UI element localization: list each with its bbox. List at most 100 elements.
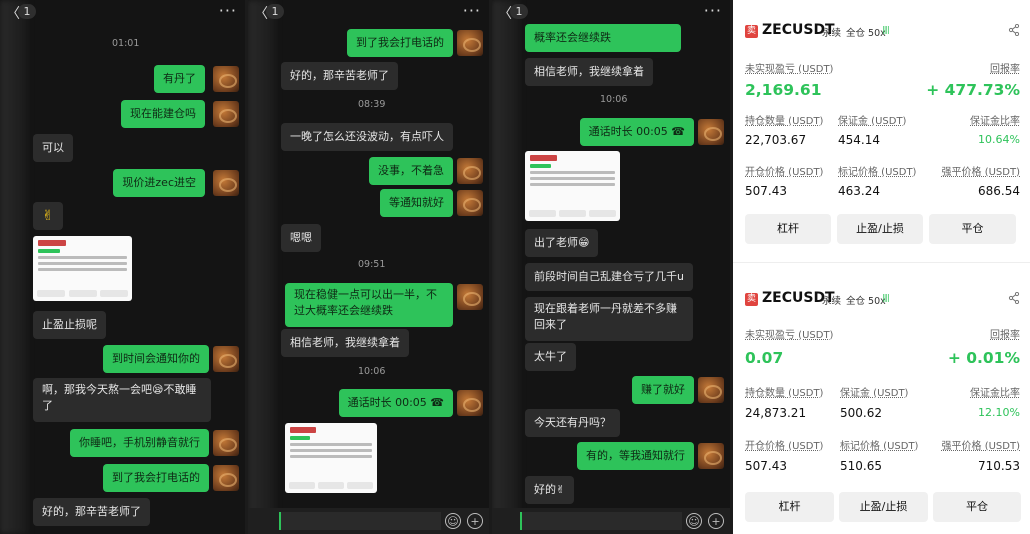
roe-label: 回报率	[990, 64, 1020, 75]
message-out[interactable]: 没事，不着急	[369, 157, 453, 185]
message-in[interactable]: 前段时间自己乱建仓亏了几千u	[525, 263, 693, 291]
chat-header: 〈 1 ···	[248, 0, 489, 24]
input-bar: ☺ +	[492, 508, 730, 534]
message-in[interactable]: 好的✌	[525, 476, 575, 504]
liq-price-value: 686.54	[978, 184, 1020, 198]
emoji-icon[interactable]: ☺	[445, 513, 461, 529]
unread-badge: 1	[510, 4, 528, 19]
message-out[interactable]: 有的，等我通知就行	[577, 442, 694, 470]
liq-price-label: 强平价格 (USDT)	[941, 441, 1020, 452]
plus-icon[interactable]: +	[708, 513, 724, 529]
roe-value: + 477.73%	[926, 81, 1020, 99]
liq-price-label: 强平价格 (USDT)	[941, 167, 1020, 178]
chat-header: 〈 1 ···	[0, 0, 245, 24]
avatar[interactable]	[213, 170, 239, 196]
avatar[interactable]	[698, 377, 724, 403]
close-position-button[interactable]: 平仓	[929, 214, 1016, 244]
screenshot-thumbnail[interactable]	[525, 151, 620, 221]
message-in[interactable]: 相信老师，我继续拿着	[525, 58, 653, 86]
plus-icon[interactable]: +	[467, 513, 483, 529]
message-in[interactable]: 相信老师，我继续拿着	[281, 329, 409, 357]
message-in[interactable]: 啊，那我今天熬一会吧😪不敢睡了	[33, 378, 211, 422]
avatar[interactable]	[457, 284, 483, 310]
timestamp: 10:06	[358, 366, 386, 377]
contract-type: 永续	[822, 28, 842, 39]
message-out[interactable]: 到时间会通知你的	[103, 345, 209, 373]
tpsl-button[interactable]: 止盈/止损	[839, 492, 928, 522]
position-card: 卖 ZECUSDT 永续 全仓 50x |||| 未实现盈亏 (USDT) 回报…	[745, 22, 1020, 252]
message-in[interactable]: 好的，那辛苦老师了	[281, 62, 398, 90]
blurred-edge	[0, 0, 28, 534]
message-in[interactable]: 好的，那辛苦老师了	[33, 498, 150, 526]
timestamp: 01:01	[112, 38, 140, 49]
avatar[interactable]	[698, 119, 724, 145]
message-out[interactable]: 赚了就好	[632, 376, 694, 404]
call-record[interactable]: 通话时长 00:05 ☎	[338, 389, 453, 417]
margin-ratio-value: 10.64%	[978, 133, 1020, 146]
message-out[interactable]: 有丹了	[154, 65, 205, 93]
message-in[interactable]: 今天还有丹吗？	[525, 409, 620, 437]
close-position-button[interactable]: 平仓	[933, 492, 1021, 522]
call-record[interactable]: 通话时长 00:05 ☎	[579, 118, 694, 146]
entry-price-label: 开仓价格 (USDT)	[745, 441, 824, 452]
message-in[interactable]: 现在跟着老师一丹就差不多赚回来了	[525, 297, 693, 341]
entry-price-label: 开仓价格 (USDT)	[745, 167, 824, 178]
message-input[interactable]	[520, 512, 682, 530]
margin-ratio-label: 保证金比率	[970, 116, 1020, 127]
message-out[interactable]: 现在能建仓吗	[121, 100, 205, 128]
avatar[interactable]	[457, 158, 483, 184]
margin-mode: 全仓 50x	[846, 296, 886, 307]
message-out[interactable]: 等通知就好	[380, 189, 453, 217]
margin-mode: 全仓 50x	[846, 28, 886, 39]
message-input[interactable]	[279, 512, 441, 530]
avatar[interactable]	[698, 443, 724, 469]
chat-panel-2: 〈 1 ··· 到了我会打电话的 好的，那辛苦老师了 08:39 一晚了怎么还没…	[248, 0, 489, 534]
avatar[interactable]	[213, 101, 239, 127]
leverage-button[interactable]: 杠杆	[745, 214, 831, 244]
more-icon[interactable]: ···	[463, 1, 481, 20]
screenshot-thumbnail[interactable]	[285, 423, 377, 493]
message-out[interactable]: 到了我会打电话的	[103, 464, 209, 492]
avatar[interactable]	[213, 465, 239, 491]
margin-ratio-label: 保证金比率	[970, 388, 1020, 399]
message-in[interactable]: 出了老师😁	[525, 229, 599, 257]
message-in[interactable]: 太牛了	[525, 343, 576, 371]
liq-price-value: 710.53	[978, 459, 1020, 473]
message-in[interactable]: ✌	[33, 202, 63, 230]
share-icon[interactable]	[1008, 24, 1020, 36]
tpsl-button[interactable]: 止盈/止损	[837, 214, 923, 244]
message-out[interactable]: 你睡吧，手机别静音就行	[70, 429, 209, 457]
message-in[interactable]: 可以	[33, 134, 73, 162]
emoji-icon[interactable]: ☺	[686, 513, 702, 529]
chat-panel-3: 〈 1 ··· 概率还会继续跌 相信老师，我继续拿着 10:06 通话时长 00…	[492, 0, 730, 534]
avatar[interactable]	[457, 390, 483, 416]
avatar[interactable]	[457, 30, 483, 56]
message-in[interactable]: 止盈止损呢	[33, 311, 106, 339]
margin-label: 保证金 (USDT)	[838, 116, 907, 127]
message-out[interactable]: 现价进zec进空	[113, 169, 205, 197]
mark-price-label: 标记价格 (USDT)	[840, 441, 919, 452]
quantity-label: 持仓数量 (USDT)	[745, 388, 824, 399]
more-icon[interactable]: ···	[219, 1, 237, 20]
avatar[interactable]	[213, 66, 239, 92]
message-in[interactable]: 一晚了怎么还没波动，有点吓人	[281, 123, 453, 151]
message-out[interactable]: 概率还会继续跌	[525, 24, 681, 52]
chat-panel-1: 〈 1 ··· 01:01 有丹了 现在能建仓吗 可以 现价进zec进空 ✌ 止…	[0, 0, 245, 534]
message-in[interactable]: 嗯嗯	[281, 224, 321, 252]
screenshot-thumbnail[interactable]	[33, 236, 132, 301]
message-out[interactable]: 到了我会打电话的	[347, 29, 453, 57]
share-icon[interactable]	[1008, 292, 1020, 304]
more-icon[interactable]: ···	[704, 1, 722, 20]
unrealized-pnl-label: 未实现盈亏 (USDT)	[745, 330, 834, 341]
blurred-edge	[248, 0, 276, 534]
avatar[interactable]	[213, 346, 239, 372]
leverage-button[interactable]: 杠杆	[745, 492, 834, 522]
avatar[interactable]	[457, 190, 483, 216]
margin-label: 保证金 (USDT)	[840, 388, 909, 399]
margin-value: 500.62	[840, 406, 882, 420]
message-out[interactable]: 现在稳健一点可以出一半，不过大概率还会继续跌	[285, 283, 453, 327]
divider	[733, 262, 1030, 263]
avatar[interactable]	[213, 430, 239, 456]
roe-label: 回报率	[990, 330, 1020, 341]
unrealized-pnl-label: 未实现盈亏 (USDT)	[745, 64, 834, 75]
